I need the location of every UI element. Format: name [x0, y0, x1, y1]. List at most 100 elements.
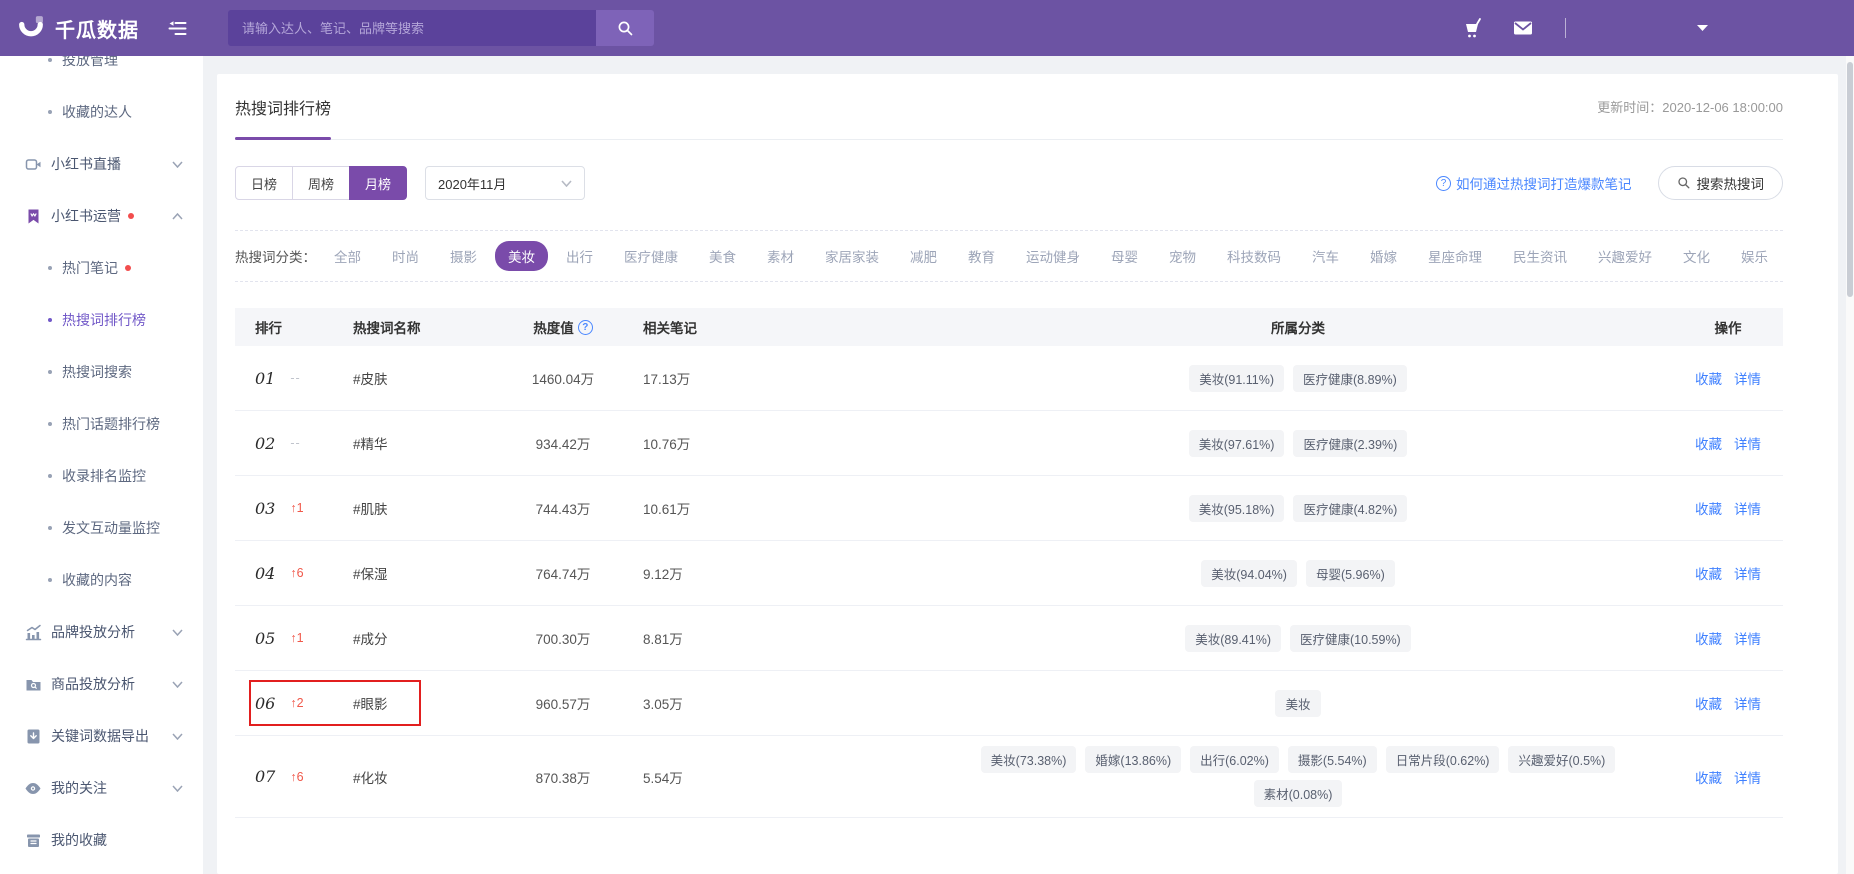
category-pill[interactable]: 母婴 — [1111, 246, 1138, 266]
collect-link[interactable]: 收藏 — [1695, 563, 1722, 583]
sidebar-sub-item[interactable]: 发文互动量监控 — [0, 502, 203, 554]
search-input[interactable] — [228, 10, 596, 46]
search-button[interactable] — [596, 10, 654, 46]
category-pill[interactable]: 摄影 — [450, 246, 477, 266]
help-link[interactable]: ? 如何通过热搜词打造爆款笔记 — [1436, 173, 1632, 193]
category-pill[interactable]: 家居家装 — [825, 246, 879, 266]
detail-link[interactable]: 详情 — [1734, 628, 1761, 648]
detail-link[interactable]: 详情 — [1734, 368, 1761, 388]
col-keyword: 热搜词名称 — [353, 317, 503, 337]
archive-box-icon — [24, 831, 42, 849]
period-tab[interactable]: 日榜 — [235, 166, 293, 200]
keyword-link[interactable]: #皮肤 — [353, 368, 503, 388]
toolbar-row: 日榜周榜月榜 2020年11月 ? 如何通过热搜词打造爆款笔记 — [235, 140, 1783, 231]
header-divider — [1565, 18, 1566, 38]
sidebar-sub-item[interactable]: 收藏的达人 — [0, 86, 203, 138]
mail-icon[interactable] — [1511, 16, 1535, 40]
chart-icon — [24, 623, 42, 641]
sidebar-sub-item[interactable]: 热门话题排行榜 — [0, 398, 203, 450]
category-list: 全部时尚摄影美妆出行医疗健康美食素材家居家装减肥教育运动健身母婴宠物科技数码汽车… — [334, 246, 1799, 266]
category-pill[interactable]: 教育 — [968, 246, 995, 266]
detail-link[interactable]: 详情 — [1734, 563, 1761, 583]
sidebar-group-item[interactable]: 商品投放分析 — [0, 658, 203, 710]
category-tags: 美妆(73.38%)婚嫁(13.86%)出行(6.02%)摄影(5.54%)日常… — [978, 736, 1618, 817]
sidebar-sub-item[interactable]: 收录排名监控 — [0, 450, 203, 502]
sidebar-group-item[interactable]: 小红书运营 — [0, 190, 203, 242]
collect-link[interactable]: 收藏 — [1695, 693, 1722, 713]
category-pill[interactable]: 美妆 — [495, 241, 548, 271]
collect-link[interactable]: 收藏 — [1695, 767, 1722, 787]
bullet-icon — [48, 110, 52, 114]
scrollbar-thumb[interactable] — [1847, 62, 1853, 297]
sidebar-sub-item[interactable]: 热搜词排行榜 — [0, 294, 203, 346]
detail-link[interactable]: 详情 — [1734, 433, 1761, 453]
bullet-icon — [48, 422, 52, 426]
sidebar-group-item[interactable]: 小红书直播 — [0, 138, 203, 190]
cart-icon[interactable] — [1461, 16, 1485, 40]
question-circle-icon[interactable]: ? — [578, 320, 593, 335]
table-row: 06 ↑2 #眼影 960.57万 3.05万 美妆 收藏详情 — [235, 671, 1783, 736]
sidebar-sub-item[interactable]: 热搜词搜索 — [0, 346, 203, 398]
period-tab[interactable]: 周榜 — [292, 166, 350, 200]
sidebar-group-item[interactable]: 我的收藏 — [0, 814, 203, 866]
category-pill[interactable]: 星座命理 — [1428, 246, 1482, 266]
sidebar-sub-item[interactable]: 收藏的内容 — [0, 554, 203, 606]
category-pill[interactable]: 宠物 — [1169, 246, 1196, 266]
category-pill[interactable]: 时尚 — [392, 246, 419, 266]
collect-link[interactable]: 收藏 — [1695, 628, 1722, 648]
table-row: 07 ↑6 #化妆 870.38万 5.54万 美妆(73.38%)婚嫁(13.… — [235, 736, 1783, 818]
category-pill[interactable]: 全部 — [334, 246, 361, 266]
heat-value: 744.43万 — [503, 498, 623, 518]
category-pill[interactable]: 汽车 — [1312, 246, 1339, 266]
page-scrollbar[interactable] — [1846, 56, 1854, 874]
period-tab[interactable]: 月榜 — [349, 166, 407, 200]
category-tag: 婚嫁(13.86%) — [1085, 746, 1181, 773]
header-actions — [1461, 16, 1854, 40]
keyword-link[interactable]: #保湿 — [353, 563, 503, 583]
keyword-link[interactable]: #化妆 — [353, 767, 503, 787]
sidebar-sub-item[interactable]: 热门笔记 — [0, 242, 203, 294]
category-pill[interactable]: 减肥 — [910, 246, 937, 266]
collect-link[interactable]: 收藏 — [1695, 368, 1722, 388]
bullet-icon — [48, 526, 52, 530]
keyword-link[interactable]: #肌肤 — [353, 498, 503, 518]
col-heat: 热度值? — [503, 317, 623, 337]
category-pill[interactable]: 医疗健康 — [624, 246, 678, 266]
category-pill[interactable]: 美食 — [709, 246, 736, 266]
keyword-link[interactable]: #眼影 — [353, 693, 503, 713]
month-select[interactable]: 2020年11月 — [425, 166, 585, 200]
notes-count: 5.54万 — [623, 767, 923, 787]
row-actions: 收藏详情 — [1673, 433, 1783, 453]
sidebar-sub-item[interactable]: 投放管理 — [0, 56, 203, 86]
brand-logo[interactable]: 千瓜数据 — [16, 13, 139, 43]
category-pill[interactable]: 出行 — [566, 246, 593, 266]
user-menu-chevron-down-icon[interactable] — [1696, 24, 1709, 32]
category-pill[interactable]: 运动健身 — [1026, 246, 1080, 266]
category-pill[interactable]: 民生资讯 — [1513, 246, 1567, 266]
notes-count: 17.13万 — [623, 368, 923, 388]
search-hotword-button[interactable]: 搜索热搜词 — [1658, 166, 1784, 200]
sidebar-group-item[interactable]: 我的关注 — [0, 762, 203, 814]
bullet-icon — [48, 578, 52, 582]
category-pill[interactable]: 文化 — [1683, 246, 1710, 266]
detail-link[interactable]: 详情 — [1734, 767, 1761, 787]
content-card: 热搜词排行榜 更新时间：2020-12-06 18:00:00 日榜周榜月榜 2… — [217, 74, 1838, 874]
detail-link[interactable]: 详情 — [1734, 693, 1761, 713]
keyword-link[interactable]: #成分 — [353, 628, 503, 648]
category-pill[interactable]: 娱乐 — [1741, 246, 1768, 266]
collect-link[interactable]: 收藏 — [1695, 498, 1722, 518]
notification-dot — [125, 265, 131, 271]
category-pill[interactable]: 兴趣爱好 — [1598, 246, 1652, 266]
sidebar-group-item[interactable]: 品牌投放分析 — [0, 606, 203, 658]
menu-fold-icon[interactable] — [167, 19, 188, 38]
category-pill[interactable]: 素材 — [767, 246, 794, 266]
sidebar-group-item[interactable]: 关键词数据导出 — [0, 710, 203, 762]
keyword-link[interactable]: #精华 — [353, 433, 503, 453]
collect-link[interactable]: 收藏 — [1695, 433, 1722, 453]
table-row: 04 ↑6 #保湿 764.74万 9.12万 美妆(94.04%)母婴(5.9… — [235, 541, 1783, 606]
rank-number: 01 — [255, 369, 275, 388]
detail-link[interactable]: 详情 — [1734, 498, 1761, 518]
category-pill[interactable]: 婚嫁 — [1370, 246, 1397, 266]
video-camera-icon — [24, 155, 42, 173]
category-pill[interactable]: 科技数码 — [1227, 246, 1281, 266]
